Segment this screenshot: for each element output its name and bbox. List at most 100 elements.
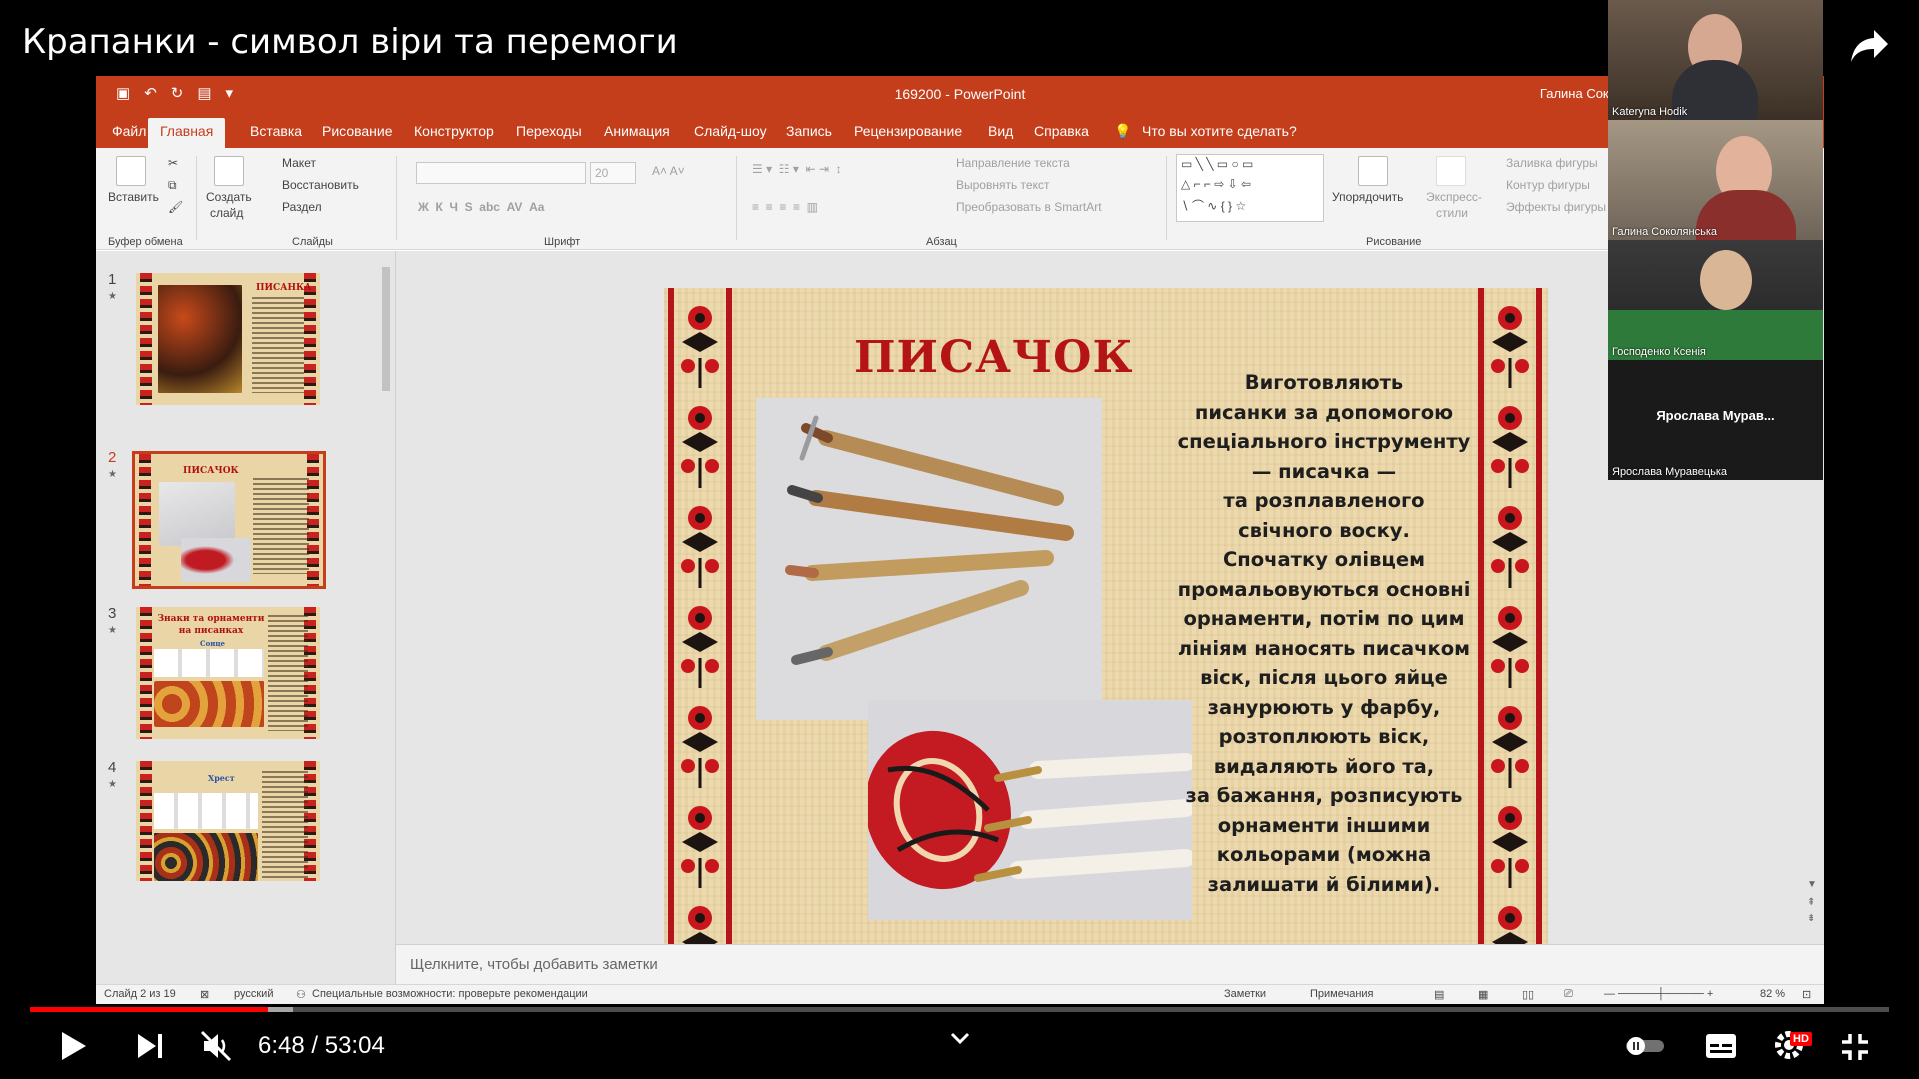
shape-fill-button[interactable]: Заливка фигуры [1506, 156, 1598, 170]
bullets-icon[interactable]: ☰ ▾ ☷ ▾ ⇤ ⇥ ↕ [752, 162, 842, 176]
align-text-button[interactable]: Выровнять текст [956, 178, 1049, 192]
notes-placeholder[interactable]: Щелкните, чтобы добавить заметки [410, 956, 658, 973]
paste-button[interactable]: Вставить [108, 190, 159, 204]
tab-insert[interactable]: Вставка [250, 123, 302, 139]
paste-icon[interactable] [116, 156, 146, 186]
share-icon[interactable] [1850, 28, 1890, 64]
group-slides: Слайды [292, 236, 333, 248]
current-time: 6:48 [258, 1032, 305, 1059]
format-painter-icon[interactable]: 🖌 [168, 200, 183, 214]
reading-view-icon[interactable]: ▯▯ [1522, 988, 1534, 1001]
shape-outline-button[interactable]: Контур фигуры [1506, 178, 1590, 192]
group-drawing: Рисование [1366, 236, 1422, 248]
participant-tile[interactable]: Kateryna Hodik [1608, 0, 1823, 120]
slide-thumbnail-2[interactable]: ПИСАЧОК [132, 451, 326, 589]
section-button[interactable]: Раздел [282, 200, 322, 214]
normal-view-icon[interactable]: ▤ [1434, 988, 1444, 1001]
sorter-view-icon[interactable]: ▦ [1478, 988, 1488, 1001]
language-indicator[interactable]: русский [234, 988, 273, 1000]
quick-styles-label: стили [1436, 206, 1468, 220]
tab-transitions[interactable]: Переходы [516, 123, 582, 139]
fit-slide-icon[interactable]: ⊡ [1802, 988, 1811, 1001]
scroll-down-icon[interactable]: ▼ [1807, 879, 1817, 890]
next-slide-icon[interactable]: ⇟ [1807, 913, 1815, 924]
video-title[interactable]: Крапанки - символ віри та перемоги [22, 22, 678, 62]
shapes-gallery[interactable]: ▭ ╲ ╲ ▭ ○ ▭ △ ⌐ ⌐ ⇨ ⇩ ⇦ ∖ ⌒ ∿ { } ☆ [1176, 154, 1324, 222]
slide-thumbnail-4[interactable]: Хрест [136, 761, 320, 881]
eggs-image [158, 285, 242, 393]
text-direction-button[interactable]: Направление текста [956, 156, 1070, 170]
next-icon[interactable] [136, 1032, 164, 1060]
tab-draw[interactable]: Рисование [322, 123, 393, 139]
player-controls: 6:48 / 53:04 HD [0, 1012, 1919, 1079]
cut-icon[interactable]: ✂ [168, 156, 178, 170]
tab-help[interactable]: Справка [1034, 123, 1089, 139]
prev-slide-icon[interactable]: ⇞ [1807, 897, 1815, 908]
arrange-button[interactable]: Упорядочить [1332, 190, 1403, 204]
smartart-button[interactable]: Преобразовать в SmartArt [956, 200, 1102, 214]
subtitles-icon[interactable] [1704, 1032, 1738, 1060]
shapes-icons-row3[interactable]: ∖ ⌒ ∿ { } ☆ [1181, 197, 1246, 214]
participant-tile[interactable]: Господенко Ксенія [1608, 240, 1823, 360]
grow-font-icon[interactable]: A˄ A˅ [652, 164, 685, 178]
participant-tile[interactable]: Ярослава Мурав... Ярослава Муравецька [1608, 360, 1823, 480]
participant-video [1700, 250, 1752, 310]
chevron-down-icon[interactable] [950, 1032, 970, 1046]
align-icons[interactable]: ≡ ≡ ≡ ≡ ▥ [752, 200, 818, 214]
tell-me-search[interactable]: Что вы хотите сделать? [1142, 123, 1297, 139]
tab-review[interactable]: Рецензирование [854, 123, 962, 139]
slide-canvas[interactable]: ПИСАЧОК Виготовляють писанки за допомого… [664, 288, 1548, 951]
group-paragraph: Абзац [926, 236, 957, 248]
quick-styles-button[interactable]: Экспресс- [1426, 190, 1482, 204]
arrange-icon[interactable] [1358, 156, 1388, 186]
thumb-number: 4 [108, 759, 117, 776]
autoplay-toggle[interactable] [1624, 1036, 1666, 1056]
tab-file[interactable]: Файл [112, 123, 146, 139]
shape-effects-button[interactable]: Эффекты фигуры [1506, 200, 1606, 214]
slide-thumbnail-1[interactable]: ПИСАНКА [136, 273, 320, 405]
symbols-image [154, 649, 264, 677]
notes-pane[interactable]: Щелкните, чтобы добавить заметки [396, 944, 1824, 984]
shapes-icons-row2[interactable]: △ ⌐ ⌐ ⇨ ⇩ ⇦ [1181, 177, 1251, 191]
participant-display-name: Ярослава Мурав... [1656, 408, 1775, 423]
tab-home[interactable]: Главная [148, 118, 226, 148]
spellcheck-icon[interactable]: ⊠ [200, 988, 209, 1001]
layout-button[interactable]: Макет [282, 156, 316, 170]
eggs-image [154, 833, 258, 881]
tab-design[interactable]: Конструктор [414, 123, 494, 139]
quick-styles-icon[interactable] [1436, 156, 1466, 186]
video-player[interactable]: { "video": { "title": "Крапанки - символ… [0, 0, 1919, 1079]
play-icon[interactable] [58, 1030, 88, 1062]
exit-fullscreen-icon[interactable] [1840, 1032, 1870, 1062]
thumbs-scroll-thumb[interactable] [382, 267, 390, 391]
tab-animation[interactable]: Анимация [604, 123, 670, 139]
comments-toggle[interactable]: Примечания [1310, 988, 1374, 1000]
reset-button[interactable]: Восстановить [282, 178, 359, 192]
accessibility-status[interactable]: Специальные возможности: проверьте реком… [312, 988, 588, 1000]
embroidery-border-right [1478, 288, 1542, 951]
tab-view[interactable]: Вид [988, 123, 1013, 139]
zoom-level[interactable]: 82 % [1760, 988, 1785, 1000]
mute-icon[interactable] [200, 1030, 232, 1062]
participant-tile[interactable]: Галина Соколянська [1608, 120, 1823, 240]
body-line: орнаменти іншими [1217, 813, 1431, 837]
participant-name: Галина Соколянська [1612, 226, 1717, 238]
thumb-subtitle: Сонце [200, 639, 225, 648]
body-line: Виготовляють [1244, 371, 1404, 394]
slideshow-icon[interactable]: ⎚ [1564, 988, 1573, 1001]
group-font: Шрифт [544, 236, 581, 248]
font-size-box[interactable]: 20 [590, 162, 636, 184]
new-slide-icon[interactable] [214, 156, 244, 186]
slide-thumbnails-pane[interactable]: 1 ★ ПИСАНКА 2 ★ ПИСАЧОК 3 ★ Знаки та орн… [96, 251, 396, 984]
font-family-box[interactable] [416, 162, 586, 184]
font-style-icons[interactable]: Ж К Ч S abc AV Aa [418, 200, 544, 214]
notes-toggle[interactable]: Заметки [1224, 988, 1266, 1000]
shapes-icons[interactable]: ▭ ╲ ╲ ▭ ○ ▭ [1181, 157, 1253, 171]
copy-icon[interactable]: ⧉ [168, 178, 177, 193]
slide-thumbnail-3[interactable]: Знаки та орнаменти на писанках Сонце [136, 607, 320, 739]
tab-slideshow[interactable]: Слайд-шоу [694, 123, 767, 139]
new-slide-button[interactable]: Создать [206, 190, 252, 204]
zoom-slider[interactable]: — ─────┼───── + [1604, 988, 1713, 1000]
tab-record[interactable]: Запись [786, 123, 832, 139]
body-line: видаляють його та, [1213, 754, 1435, 778]
